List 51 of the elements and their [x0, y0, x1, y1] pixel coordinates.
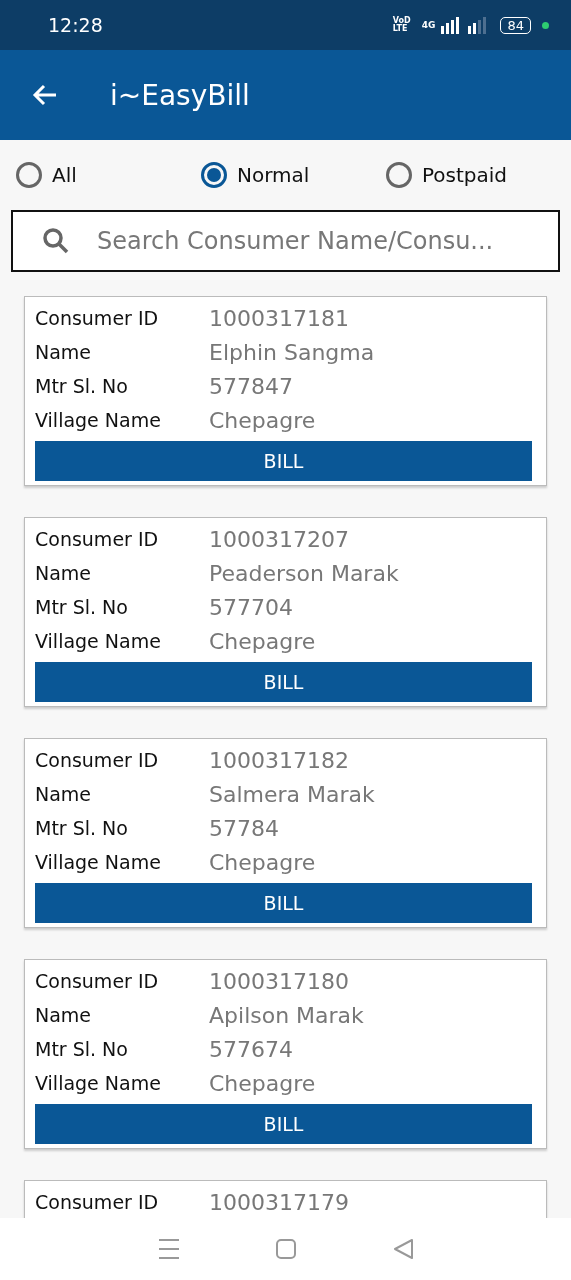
filter-radio[interactable]: Normal	[201, 162, 386, 188]
bill-button[interactable]: BILL	[35, 883, 532, 923]
back-icon[interactable]	[391, 1238, 414, 1260]
field-label: Village Name	[35, 851, 162, 873]
bill-button[interactable]: BILL	[35, 1104, 532, 1144]
field-label: Village Name	[35, 1072, 162, 1094]
field-label: Consumer ID	[35, 970, 160, 992]
filter-radio[interactable]: Postpaid	[386, 162, 571, 188]
field-label: Name	[35, 341, 93, 363]
field-value: 577704	[209, 594, 293, 620]
field-value: Chepagre	[209, 407, 316, 433]
field-value: 57784	[209, 815, 279, 841]
field-label: Name	[35, 1004, 93, 1026]
clock: 12:28	[48, 14, 103, 36]
app-title: i~EasyBill	[110, 78, 250, 112]
field-label: Village Name	[35, 630, 162, 652]
field-label: Consumer ID	[35, 1191, 160, 1213]
filter-radio[interactable]: All	[16, 162, 201, 188]
network-label: VoD LTE	[392, 17, 412, 33]
field-value: 1000317181	[209, 305, 349, 331]
field-label: Consumer ID	[35, 528, 160, 550]
battery-level: 84	[500, 16, 531, 34]
field-label: Name	[35, 783, 93, 805]
field-value: 1000317180	[209, 968, 349, 994]
notification-dot	[542, 21, 549, 29]
field-value: Chepagre	[209, 628, 316, 654]
bill-button[interactable]: BILL	[35, 441, 532, 481]
field-label: Name	[35, 562, 93, 584]
field-value: Elphin Sangma	[209, 339, 375, 365]
field-value: 577847	[209, 373, 293, 399]
field-label: Mtr Sl. No	[35, 1038, 129, 1060]
field-label: Consumer ID	[35, 307, 160, 329]
field-value: Chepagre	[209, 1070, 316, 1096]
field-value: Chepagre	[209, 849, 316, 875]
field-label: Mtr Sl. No	[35, 375, 129, 397]
bill-button[interactable]: BILL	[35, 662, 532, 702]
field-value: 1000317182	[209, 747, 349, 773]
field-label: Mtr Sl. No	[35, 817, 129, 839]
field-value: 577674	[209, 1036, 293, 1062]
field-label: Consumer ID	[35, 749, 160, 771]
field-value: Peaderson Marak	[209, 560, 399, 586]
search-field[interactable]: Search Consumer Name/Consu...	[11, 210, 560, 272]
field-value: Salmera Marak	[209, 781, 375, 807]
field-value: Apilson Marak	[209, 1002, 364, 1028]
field-value: 1000317179	[209, 1189, 349, 1215]
field-label: Mtr Sl. No	[35, 596, 129, 618]
home-icon[interactable]	[275, 1238, 298, 1260]
field-label: Village Name	[35, 409, 162, 431]
network-type: 4G	[421, 20, 436, 30]
field-value: 1000317207	[209, 526, 349, 552]
menu-icon[interactable]	[157, 1238, 182, 1260]
